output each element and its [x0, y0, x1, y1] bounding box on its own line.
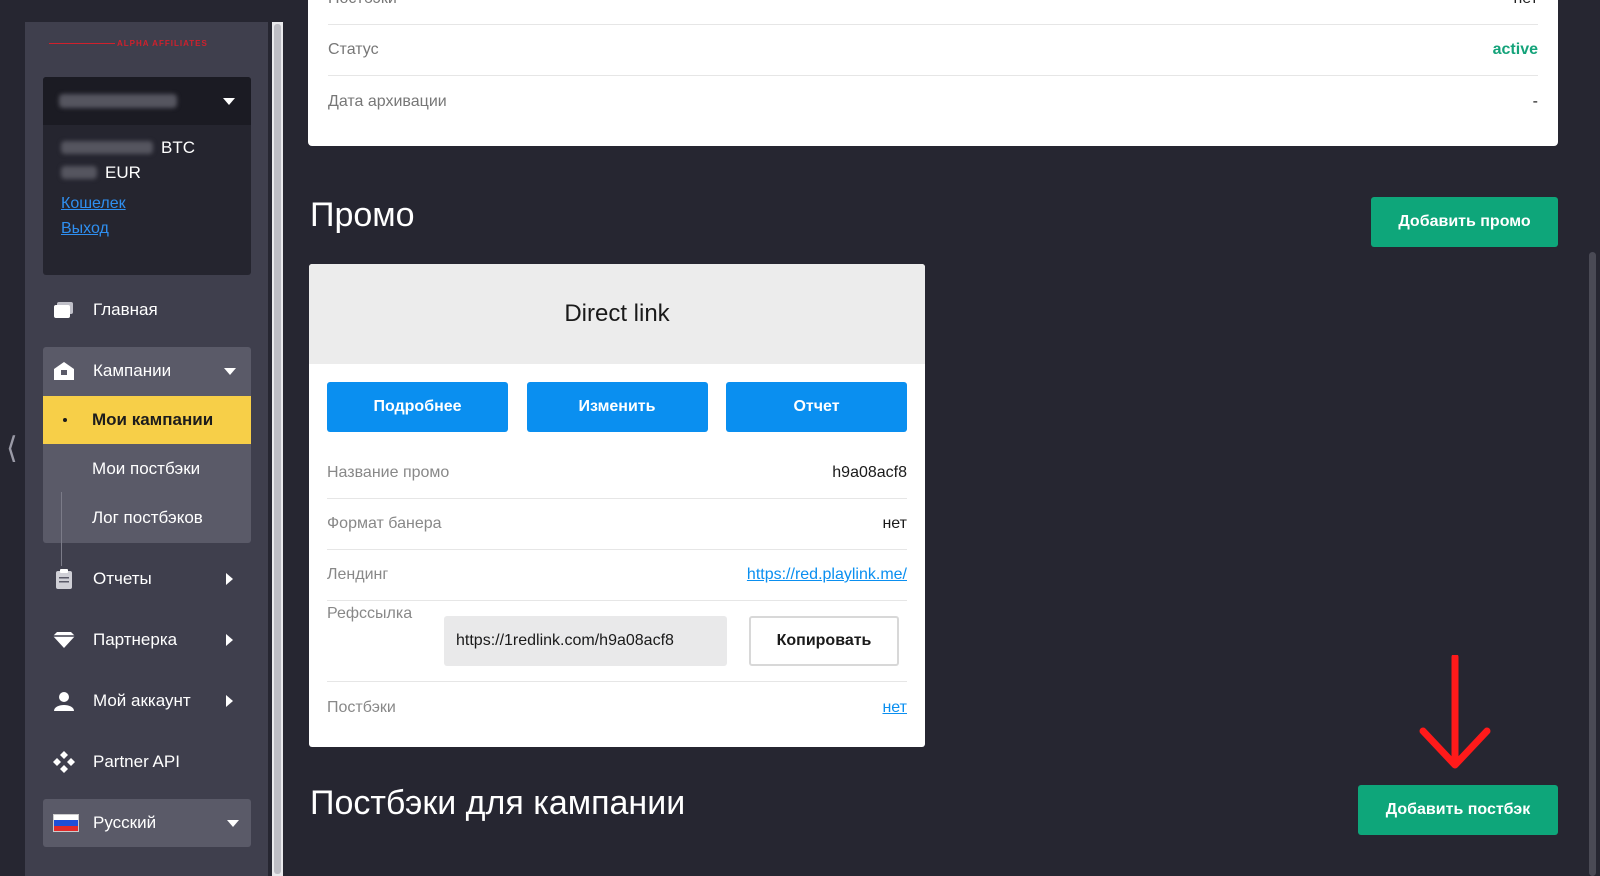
promo-row-postbacks: Постбэки нет [327, 682, 907, 733]
sidebar-item-label: Partner API [93, 752, 180, 771]
promo-label: Рефссылка [327, 605, 413, 622]
copy-button[interactable]: Копировать [749, 616, 899, 666]
sidebar-collapse-handle[interactable]: ⟨ [6, 434, 18, 464]
sidebar-item-label: Мой аккаунт [93, 691, 191, 710]
api-icon [53, 751, 75, 773]
sidebar-item-campaigns[interactable]: Кампании [43, 347, 251, 395]
info-label: Статус [328, 41, 379, 58]
chevron-right-icon [226, 634, 233, 646]
info-label: Дата архивации [328, 92, 447, 110]
promo-row-name: Название промо h9a08acf8 [327, 448, 907, 499]
email-redacted [59, 94, 177, 108]
chevron-right-icon [226, 695, 233, 707]
info-row-postbacks: Постбэки нет [328, 0, 1538, 25]
sidebar-item-label: Кампании [93, 361, 172, 380]
promo-value: нет [882, 515, 907, 532]
campaign-info-card: Постбэки нет Статус active Дата архиваци… [308, 0, 1558, 146]
sidebar-item-reports[interactable]: Отчеты [43, 555, 251, 603]
sidebar-item-label: Отчеты [93, 569, 152, 588]
diamond-icon [53, 629, 75, 651]
sidebar-item-api[interactable]: Partner API [43, 738, 251, 786]
sidebar-item-home[interactable]: Главная [43, 286, 251, 334]
account-selector[interactable] [43, 77, 251, 125]
sidebar-subitem-my-postbacks[interactable]: Мои постбэки [43, 445, 251, 493]
report-button[interactable]: Отчет [726, 382, 907, 432]
sidebar-item-label: Главная [93, 300, 158, 319]
edit-button[interactable]: Изменить [526, 382, 708, 432]
clipboard-icon [53, 568, 75, 590]
promo-row-format: Формат банера нет [327, 499, 907, 550]
chevron-down-icon [227, 819, 239, 827]
main-content: Постбэки нет Статус active Дата архиваци… [308, 0, 1558, 876]
promo-row-landing: Лендинг https://red.playlink.me/ [327, 550, 907, 601]
info-row-status: Статус active [328, 25, 1538, 76]
currency-label: EUR [105, 162, 141, 182]
logo-text: ALPHA AFFILIATES [117, 38, 208, 48]
landing-link[interactable]: https://red.playlink.me/ [747, 566, 907, 584]
balances: BTC EUR [43, 125, 251, 185]
amount-redacted [61, 141, 153, 154]
chevron-right-icon [226, 573, 233, 585]
user-card: BTC EUR Кошелек Выход [43, 77, 251, 275]
sidebar-item-label: Мои кампании [92, 410, 214, 429]
promo-actions: Подробнее Изменить Отчет [327, 382, 907, 432]
details-button[interactable]: Подробнее [327, 382, 508, 432]
chevron-down-icon [224, 367, 236, 375]
house-icon [53, 360, 75, 382]
promo-label: Название промо [327, 464, 450, 481]
sidebar-item-account[interactable]: Мой аккаунт [43, 677, 251, 725]
language-label: Русский [93, 813, 157, 832]
info-row-archive-date: Дата архивации - [328, 76, 1538, 127]
info-value: нет [1513, 0, 1538, 8]
currency-label: BTC [161, 137, 195, 157]
info-label: Постбэки [328, 0, 397, 8]
active-dot-icon [63, 418, 67, 422]
sidebar-subitem-my-campaigns[interactable]: Мои кампании [43, 396, 251, 444]
promo-label: Формат банера [327, 515, 442, 532]
scrollbar-thumb[interactable] [1589, 252, 1596, 876]
promo-label: Постбэки [327, 698, 396, 716]
main-scrollbar[interactable] [1586, 0, 1600, 876]
sidebar-scrollbar[interactable] [272, 22, 283, 876]
reflink-input[interactable] [444, 616, 727, 666]
sidebar-item-partner[interactable]: Партнерка [43, 616, 251, 664]
promo-value: h9a08acf8 [832, 464, 907, 481]
home-icon [53, 299, 75, 321]
sidebar-item-label: Партнерка [93, 630, 178, 649]
add-promo-button[interactable]: Добавить промо [1371, 197, 1558, 247]
scrollbar-thumb[interactable] [274, 24, 281, 874]
sidebar-item-label: Лог постбэков [92, 508, 203, 527]
russia-flag-icon [53, 814, 79, 832]
balance-eur: EUR [61, 160, 233, 185]
postbacks-section-title: Постбэки для кампании [310, 784, 686, 822]
sidebar-item-label: Мои постбэки [92, 459, 201, 478]
annotation-arrow-down-icon [1419, 655, 1491, 769]
user-icon [53, 690, 75, 712]
logout-link[interactable]: Выход [61, 216, 251, 241]
add-postback-button[interactable]: Добавить постбэк [1358, 785, 1558, 835]
promo-section-title: Промо [310, 196, 415, 234]
wallet-link[interactable]: Кошелек [61, 191, 251, 216]
info-value: - [1532, 92, 1538, 110]
language-selector[interactable]: Русский [43, 799, 251, 847]
promo-label: Лендинг [327, 566, 389, 583]
balance-btc: BTC [61, 135, 233, 160]
postbacks-link[interactable]: нет [882, 699, 907, 717]
brand-logo[interactable]: ALPHA AFFILIATES [49, 38, 249, 48]
promo-card-title: Direct link [309, 264, 925, 364]
promo-card: Direct link Подробнее Изменить Отчет Наз… [309, 264, 925, 747]
sidebar-subitem-postback-log[interactable]: Лог постбэков [43, 494, 251, 542]
chevron-down-icon [223, 97, 235, 105]
status-badge: active [1492, 41, 1538, 58]
sidebar: ALPHA AFFILIATES BTC EUR Кошелек Выход Г… [25, 22, 268, 876]
amount-redacted [61, 166, 97, 179]
